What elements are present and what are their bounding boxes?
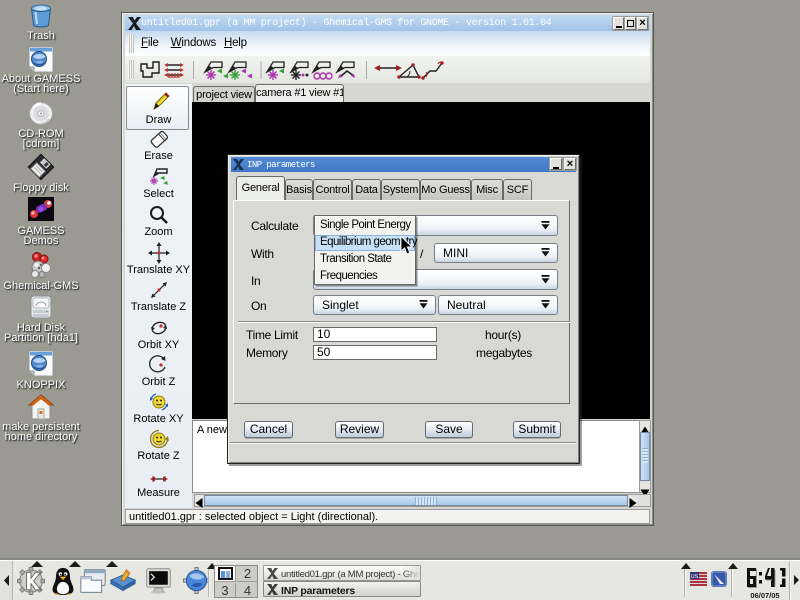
svg-text:US: US <box>691 574 699 580</box>
